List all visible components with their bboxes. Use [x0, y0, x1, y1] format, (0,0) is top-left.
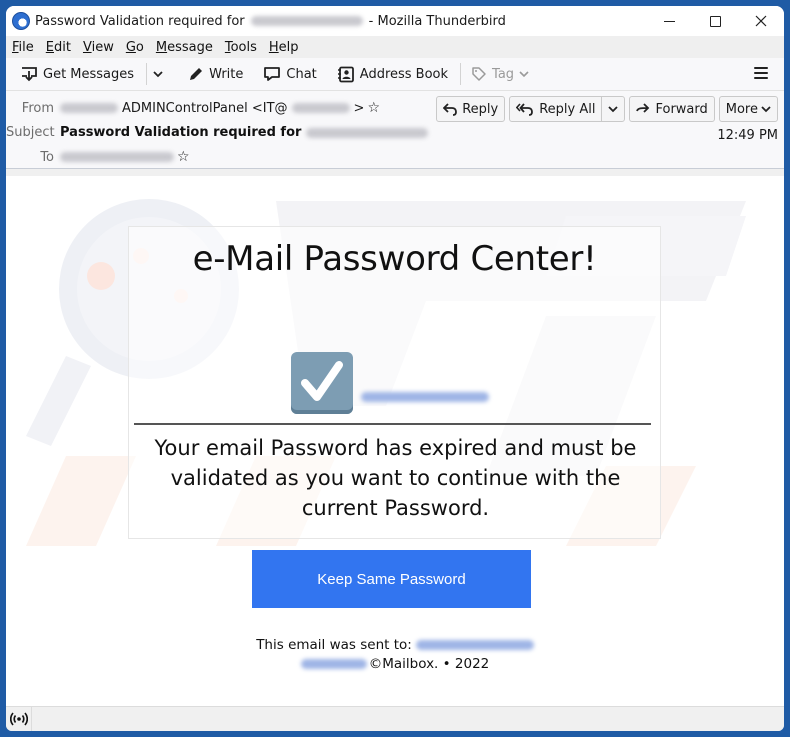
thunderbird-window: Password Validation required for - Mozil… [6, 6, 784, 731]
redacted-domain-link[interactable] [300, 659, 367, 669]
chevron-down-icon [519, 71, 529, 78]
message-header: From ADMINControlPanel <IT@ > ☆ Subject … [6, 91, 784, 169]
chat-button[interactable]: Chat [257, 62, 322, 86]
redacted-domain [291, 103, 350, 113]
hamburger-icon-bar [754, 72, 768, 74]
reply-all-dropdown[interactable] [601, 97, 624, 121]
email-heading: e-Mail Password Center! [192, 239, 597, 279]
verified-row [291, 352, 489, 414]
thunderbird-logo-icon [12, 12, 30, 30]
pencil-icon [190, 68, 203, 80]
chat-bubble-icon [264, 67, 281, 81]
tag-icon [472, 67, 486, 81]
minimize-button[interactable] [646, 6, 692, 36]
menu-edit[interactable]: Edit [46, 40, 77, 55]
reply-icon [443, 102, 458, 116]
menu-go[interactable]: Go [126, 40, 150, 55]
copyright-line: ©Mailbox. • 2022 [6, 655, 784, 674]
message-body: e-Mail Password Center! Your email Passw… [6, 176, 784, 706]
status-bar [6, 706, 784, 731]
minimize-icon [663, 20, 675, 22]
broadcast-signal-icon [9, 712, 28, 726]
reply-all-icon [516, 102, 534, 116]
address-book-icon [337, 66, 354, 82]
to-row: To ☆ [40, 149, 190, 165]
redacted-recipient[interactable] [60, 152, 174, 162]
window-title: Password Validation required for - Mozil… [35, 13, 506, 29]
reply-all-group: Reply All [509, 96, 626, 122]
hamburger-icon-bar [754, 67, 768, 69]
subject-value: Password Validation required for [60, 125, 302, 140]
menu-bar: File Edit View Go Message Tools Help [6, 36, 784, 58]
maximize-icon [709, 15, 721, 27]
email-footer: This email was sent to: ©Mailbox. • 2022 [6, 636, 784, 674]
download-tray-icon [22, 67, 37, 82]
hamburger-icon-bar [754, 77, 768, 79]
subject-row: Subject Password Validation required for [6, 125, 429, 140]
email-card: e-Mail Password Center! Your email Passw… [128, 226, 661, 539]
redacted-sender [60, 103, 118, 113]
sent-to-line: This email was sent to: [6, 636, 784, 655]
star-icon[interactable]: ☆ [367, 100, 380, 116]
redacted-recipient-link[interactable] [415, 640, 534, 650]
tag-button[interactable]: Tag [465, 62, 535, 86]
close-button[interactable] [738, 6, 784, 36]
keep-same-password-button[interactable]: Keep Same Password [252, 550, 531, 608]
check-mark-button-icon [291, 352, 353, 414]
maximize-button[interactable] [692, 6, 738, 36]
window-controls [646, 6, 784, 36]
main-toolbar: Get Messages Write Chat Address Book Tag [6, 58, 784, 91]
menu-help[interactable]: Help [269, 40, 305, 55]
star-icon[interactable]: ☆ [177, 149, 190, 165]
menu-tools[interactable]: Tools [225, 40, 263, 55]
app-menu-button[interactable] [754, 67, 768, 82]
message-actions: Reply Reply All Forward More [432, 96, 778, 122]
toolbar-separator [460, 63, 462, 85]
title-bar: Password Validation required for - Mozil… [6, 6, 784, 36]
message-time: 12:49 PM [717, 128, 778, 143]
menu-file[interactable]: File [12, 40, 40, 55]
get-messages-dropdown[interactable] [151, 66, 170, 82]
email-message: Your email Password has expired and must… [154, 436, 637, 520]
address-book-button[interactable]: Address Book [331, 62, 454, 87]
from-row: From ADMINControlPanel <IT@ > ☆ [21, 100, 381, 116]
reply-all-button[interactable]: Reply All [510, 97, 601, 121]
get-messages-button[interactable]: Get Messages [14, 62, 140, 86]
write-button[interactable]: Write [182, 62, 249, 86]
online-status-button[interactable] [6, 706, 32, 731]
chevron-down-icon [153, 71, 163, 78]
redacted-email [306, 127, 429, 138]
redacted-email [250, 16, 363, 26]
reply-button[interactable]: Reply [436, 96, 506, 122]
chevron-down-icon [761, 106, 771, 113]
menu-message[interactable]: Message [156, 40, 219, 55]
from-value[interactable]: ADMINControlPanel <IT@ [122, 101, 288, 116]
menu-view[interactable]: View [83, 40, 120, 55]
more-button[interactable]: More [718, 96, 778, 122]
divider [134, 423, 651, 425]
chevron-down-icon [608, 106, 619, 113]
forward-button[interactable]: Forward [629, 96, 715, 122]
redacted-email-link[interactable] [361, 392, 489, 402]
forward-arrow-icon [636, 103, 650, 113]
close-icon [755, 15, 767, 27]
toolbar-separator [146, 63, 148, 85]
